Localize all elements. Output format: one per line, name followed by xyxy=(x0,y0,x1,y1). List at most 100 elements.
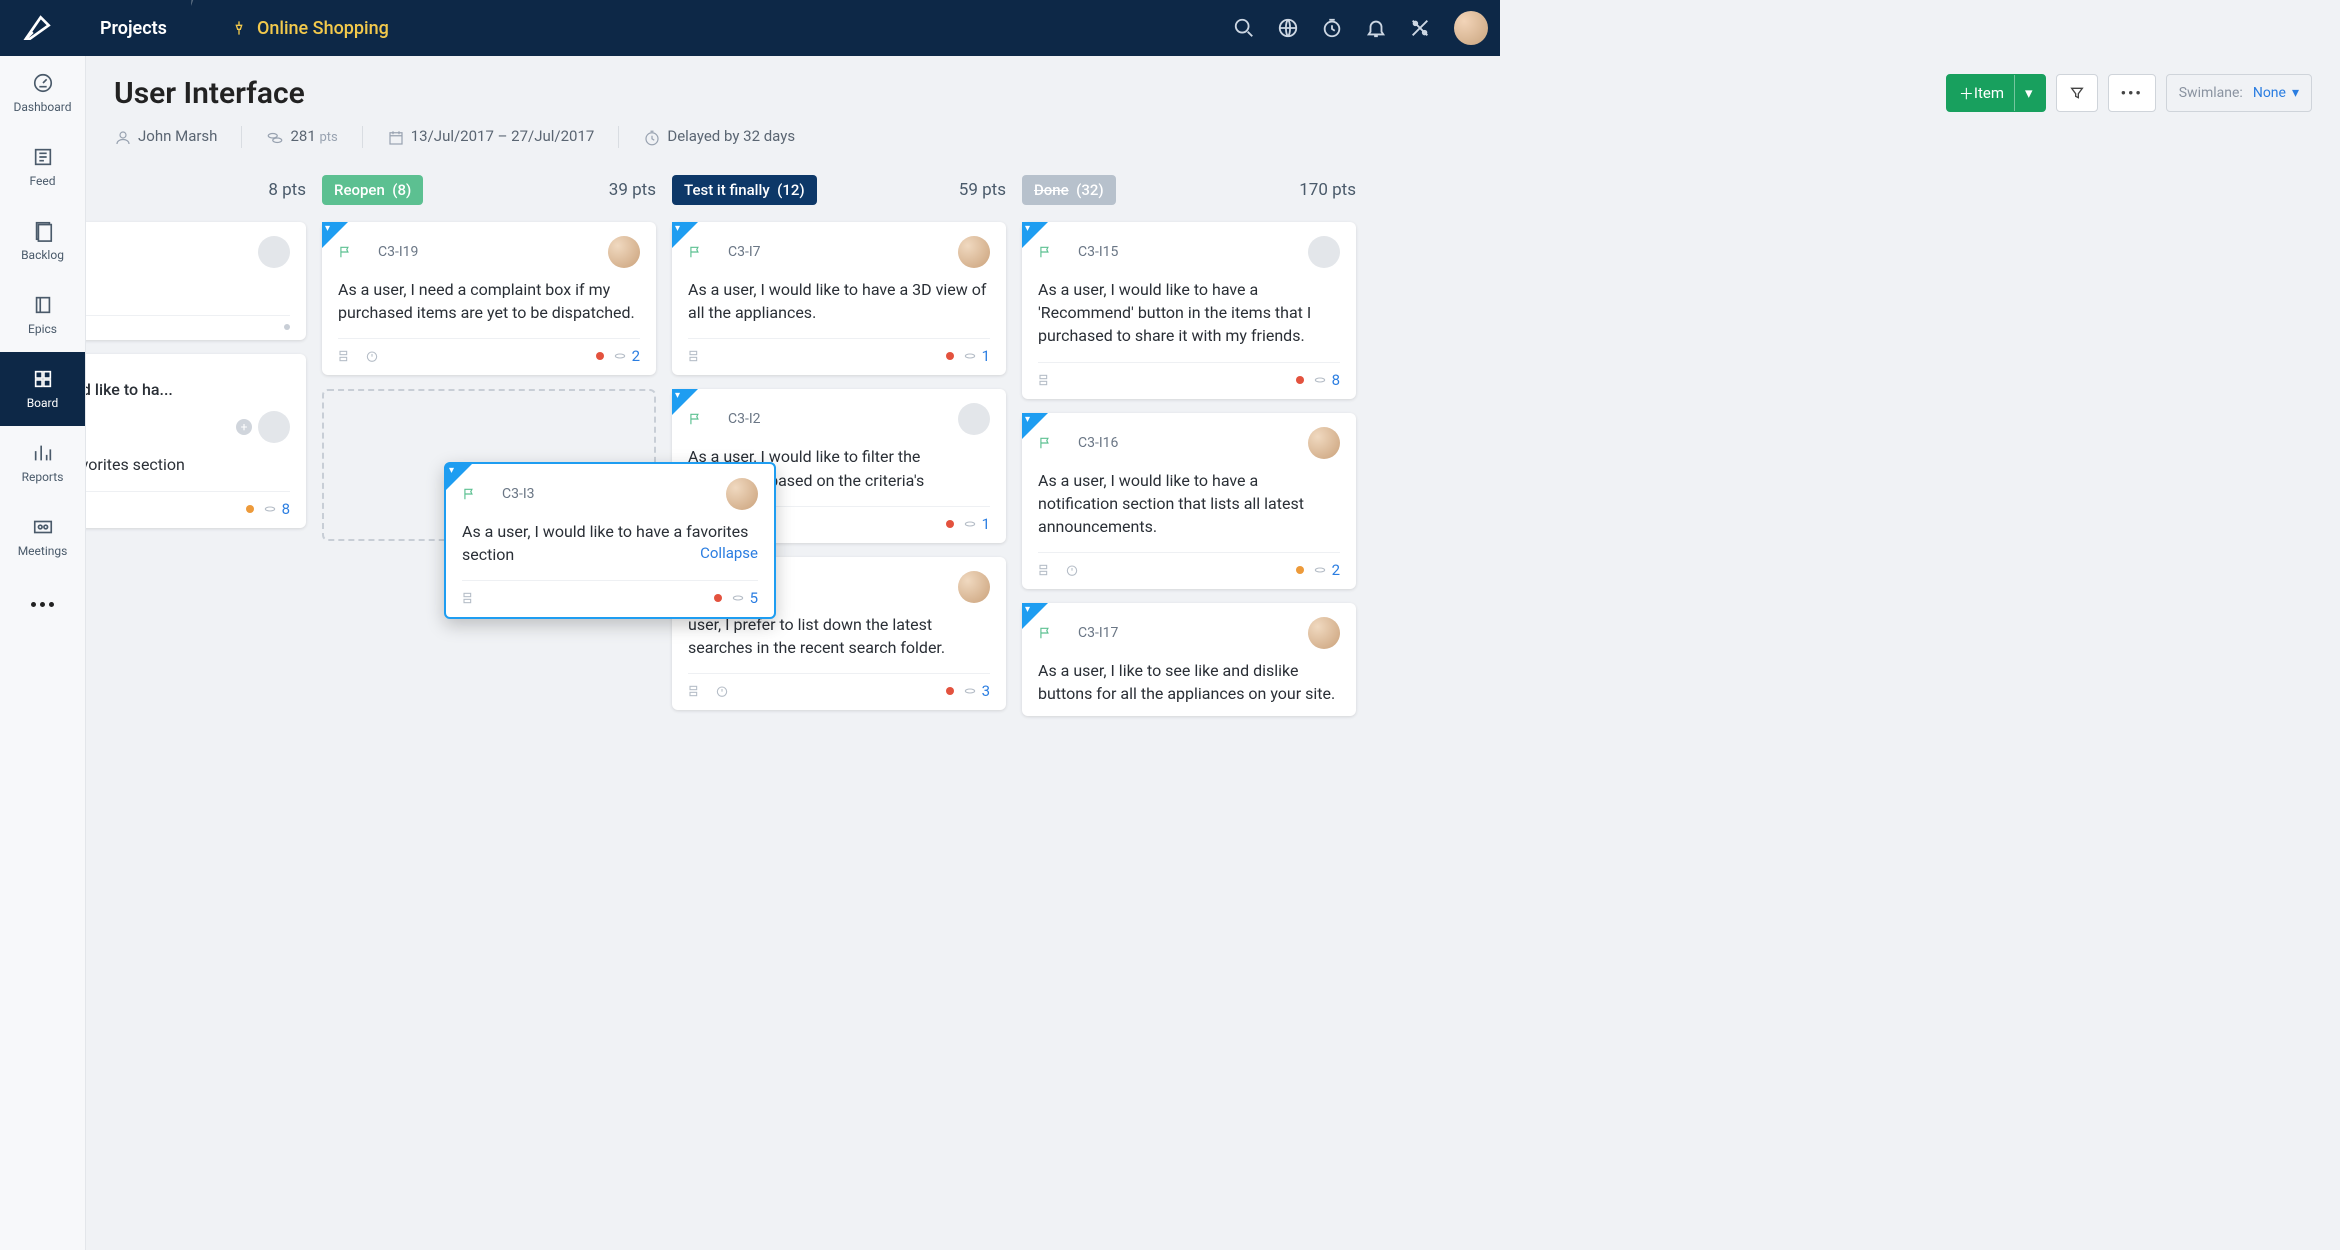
card-c3i7[interactable]: C3-I7 As a user, I would like to have a … xyxy=(672,222,1006,375)
points-badge: 8 xyxy=(1312,371,1340,389)
card-c3i3-dragging[interactable]: C3-I3 As a user, I would like to have a … xyxy=(444,462,776,619)
card-corner-toggle[interactable] xyxy=(672,389,698,415)
app-logo[interactable] xyxy=(0,12,76,44)
timer-icon xyxy=(1064,562,1080,578)
avatar-icon xyxy=(958,571,990,603)
rail-board[interactable]: Board xyxy=(0,352,85,426)
daterange-field: 13/Jul/2017 – 27/Jul/2017 xyxy=(387,127,595,146)
column-done: Done (32) 170 pts C3-I15 As a user, I wo… xyxy=(1014,172,1364,1220)
clock-icon[interactable] xyxy=(1310,6,1354,50)
card-id: C3-I16 xyxy=(1078,435,1118,451)
card-corner-toggle[interactable] xyxy=(322,222,348,248)
points-badge: 1 xyxy=(962,515,990,533)
avatar-icon xyxy=(726,478,758,510)
card-c3i15[interactable]: C3-I15 As a user, I would like to have a… xyxy=(1022,222,1356,399)
rail-meetings-label: Meetings xyxy=(18,544,68,558)
tools-icon[interactable] xyxy=(1398,6,1442,50)
column-done-points: 170 pts xyxy=(1299,180,1356,200)
coins-icon xyxy=(266,129,284,147)
card-corner-toggle[interactable] xyxy=(1022,222,1048,248)
card-id: C3-I17 xyxy=(1078,625,1118,641)
avatar-icon xyxy=(1308,617,1340,649)
subtasks-icon xyxy=(688,683,704,699)
rail-epics[interactable]: Epics xyxy=(0,278,85,352)
chevron-down-icon: ▾ xyxy=(2292,85,2299,101)
add-item-label: Item xyxy=(1974,84,2004,102)
rail-meetings[interactable]: Meetings xyxy=(0,500,85,574)
add-item-caret[interactable]: ▾ xyxy=(2014,75,2033,111)
card-corner-toggle[interactable] xyxy=(446,464,472,490)
more-options-button[interactable]: ••• xyxy=(2108,74,2156,112)
plus-icon: ＋ xyxy=(1959,83,1974,104)
column-test: Test it finally (12) 59 pts C3-I7 As a u… xyxy=(664,172,1014,1220)
subtasks-icon xyxy=(1038,372,1054,388)
card-text: As a user, I need a complaint box if my … xyxy=(338,278,640,324)
card-text: As a user, I would like to have a 3D vie… xyxy=(688,278,990,324)
card-text: As a user, I like to see like and dislik… xyxy=(1038,659,1340,705)
points-badge: 1 xyxy=(962,347,990,365)
globe-icon[interactable] xyxy=(1266,6,1310,50)
card-partial-b-text: would like to ha... xyxy=(86,378,290,401)
rail-backlog[interactable]: Backlog xyxy=(0,204,85,278)
owner-field: John Marsh xyxy=(114,127,217,146)
search-icon[interactable] xyxy=(1222,6,1266,50)
column-reopen: Reopen (8) 39 pts C3-I19 As a user, I ne… xyxy=(314,172,664,1220)
delay-field: Delayed by 32 days xyxy=(643,127,795,146)
rail-dashboard[interactable]: Dashboard xyxy=(0,56,85,130)
subtasks-icon xyxy=(462,590,478,606)
card-corner-toggle[interactable] xyxy=(1022,603,1048,629)
card-c3i16[interactable]: C3-I16 As a user, I would like to have a… xyxy=(1022,413,1356,590)
add-item-button[interactable]: ＋ Item ▾ xyxy=(1946,74,2046,112)
card-corner-toggle[interactable] xyxy=(672,222,698,248)
column-0: 8 pts ts would like to ha... + or favori… xyxy=(114,172,314,1220)
card-id: C3-I15 xyxy=(1078,244,1118,260)
rail-feed-label: Feed xyxy=(29,174,55,188)
card-partial-a[interactable]: ts xyxy=(86,222,306,340)
rail-reports[interactable]: Reports xyxy=(0,426,85,500)
points-badge: 5 xyxy=(730,589,758,607)
card-c3i19[interactable]: C3-I19 As a user, I need a complaint box… xyxy=(322,222,656,375)
rail-dashboard-label: Dashboard xyxy=(13,100,71,114)
priority-dot xyxy=(596,352,604,360)
bell-icon[interactable] xyxy=(1354,6,1398,50)
column-reopen-pill[interactable]: Reopen (8) xyxy=(322,175,423,205)
rail-board-label: Board xyxy=(27,396,59,410)
points-value: 281 xyxy=(290,127,315,145)
points-badge: 3 xyxy=(962,682,990,700)
page-title: User Interface xyxy=(114,76,305,111)
column-test-points: 59 pts xyxy=(959,180,1006,200)
left-rail: Dashboard Feed Backlog Epics Board Repor… xyxy=(0,56,86,1250)
delay-text: Delayed by 32 days xyxy=(667,127,795,145)
collapse-link[interactable]: Collapse xyxy=(700,544,758,562)
priority-dot xyxy=(1296,376,1304,384)
project-name[interactable]: Online Shopping xyxy=(231,18,389,39)
filter-button[interactable] xyxy=(2056,74,2098,112)
rail-more[interactable] xyxy=(0,574,85,634)
stopwatch-icon xyxy=(643,129,661,147)
person-icon xyxy=(114,129,132,147)
avatar-icon xyxy=(958,236,990,268)
page-meta: John Marsh 281 pts 13/Jul/2017 – 27/Jul/… xyxy=(114,126,2312,148)
breadcrumb-separator xyxy=(191,0,231,56)
card-c3i17[interactable]: C3-I17 As a user, I like to see like and… xyxy=(1022,603,1356,715)
projects-link[interactable]: Projects xyxy=(76,0,191,56)
swimlane-select[interactable]: Swimlane: None ▾ xyxy=(2166,74,2312,112)
topbar: Projects Online Shopping xyxy=(0,0,1500,56)
timer-icon xyxy=(714,683,730,699)
card-text: As a user, I would like to have a 'Recom… xyxy=(1038,278,1340,348)
user-avatar[interactable] xyxy=(1454,11,1488,45)
main-area: User Interface ＋ Item ▾ ••• Swimlane: No… xyxy=(86,56,2340,1250)
column-test-pill[interactable]: Test it finally (12) xyxy=(672,175,817,205)
points-badge: 2 xyxy=(612,347,640,365)
subtasks-icon xyxy=(688,348,704,364)
add-assignee-icon[interactable]: + xyxy=(236,419,252,435)
avatar-icon xyxy=(258,411,290,443)
points-badge: 8 xyxy=(262,500,290,518)
project-name-label: Online Shopping xyxy=(257,18,389,39)
column-done-pill[interactable]: Done (32) xyxy=(1022,175,1116,205)
rail-feed[interactable]: Feed xyxy=(0,130,85,204)
card-partial-b[interactable]: would like to ha... + or favorites secti… xyxy=(86,354,306,527)
column-0-points: 8 pts xyxy=(268,180,306,200)
rail-epics-label: Epics xyxy=(28,322,57,336)
card-corner-toggle[interactable] xyxy=(1022,413,1048,439)
